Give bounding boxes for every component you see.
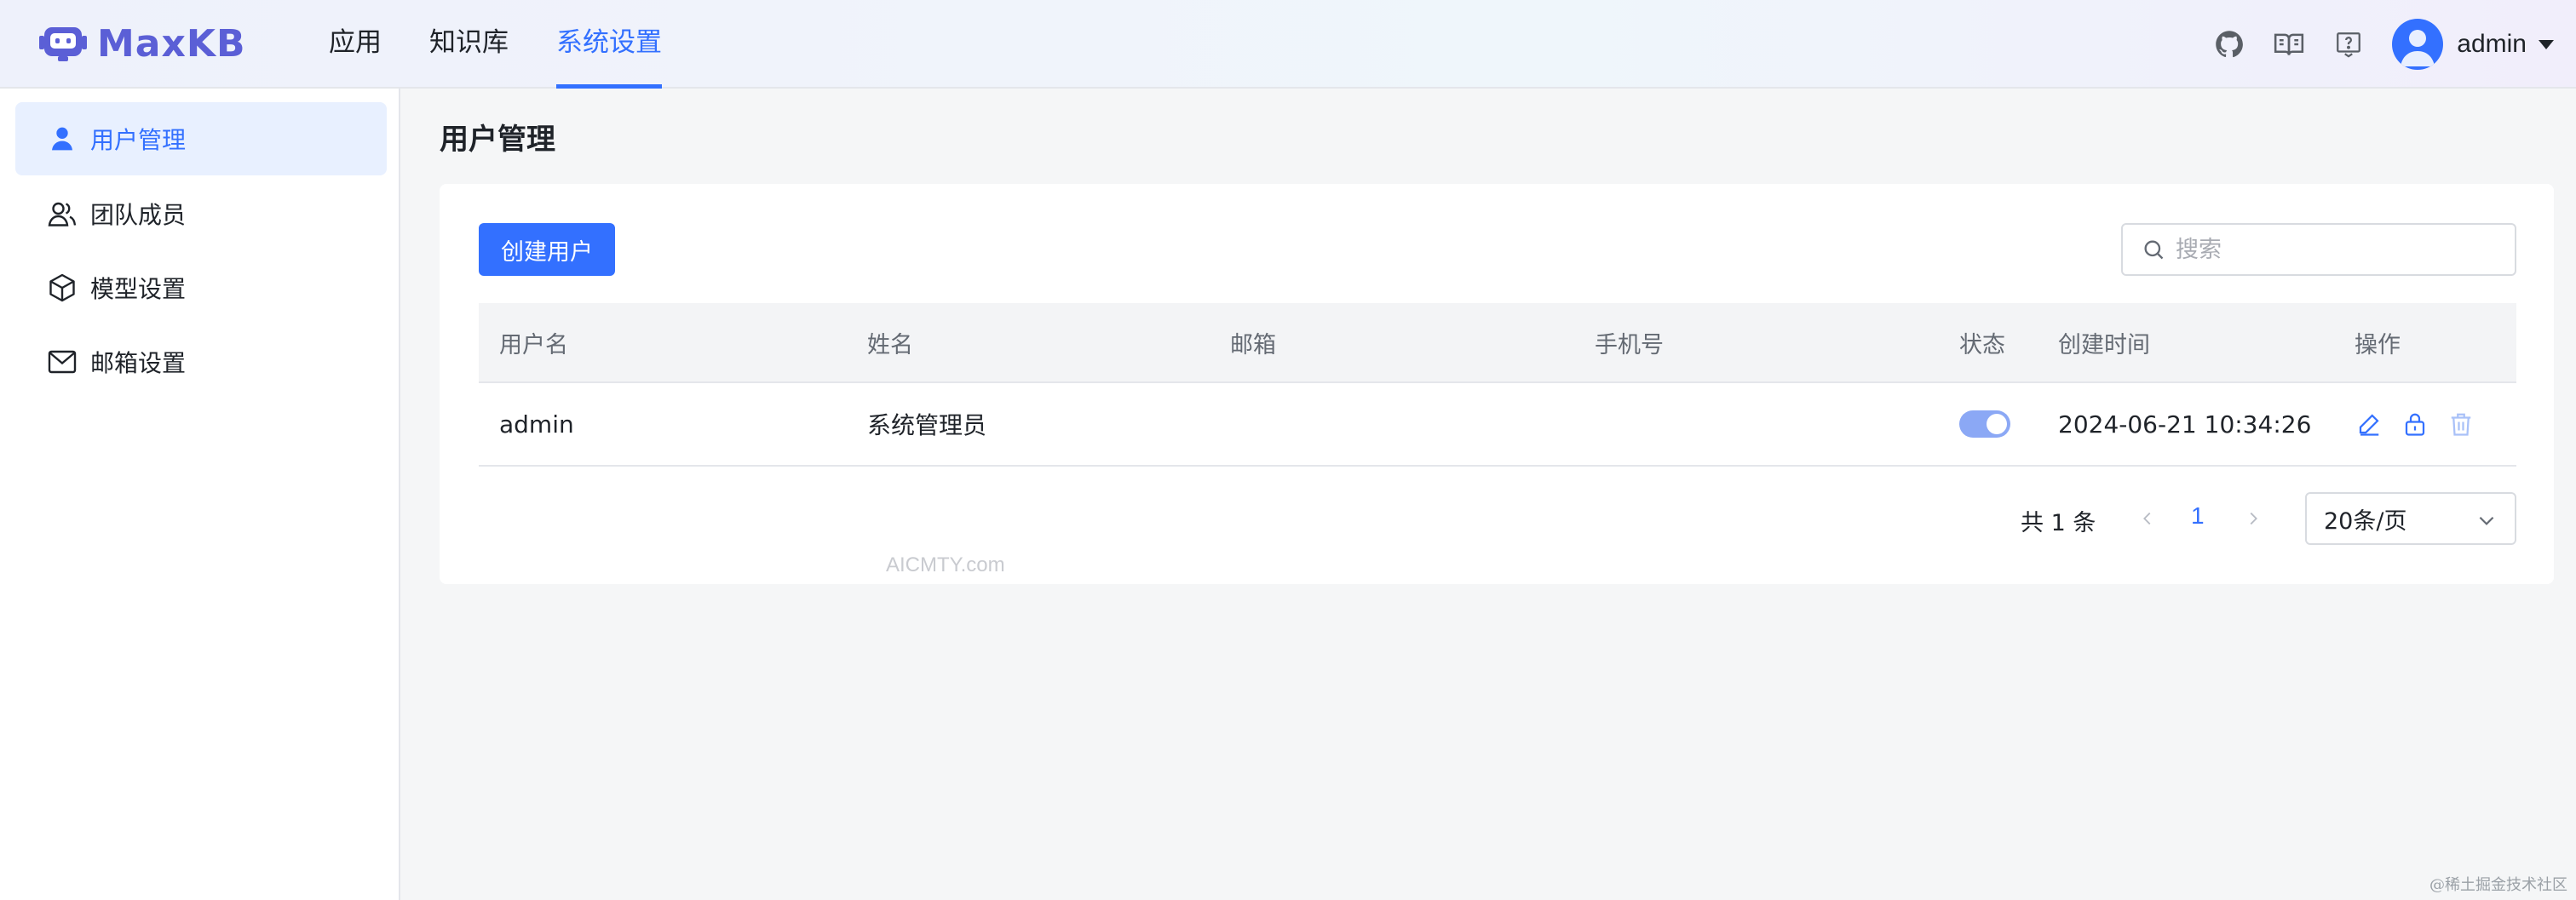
edit-icon[interactable] bbox=[2355, 410, 2383, 439]
avatar-person-icon bbox=[2401, 30, 2435, 66]
logo[interactable]: MaxKB bbox=[37, 17, 246, 70]
github-icon[interactable] bbox=[2211, 26, 2247, 62]
app-name: MaxKB bbox=[97, 21, 246, 66]
row-actions bbox=[2355, 410, 2493, 439]
cell-name: 系统管理员 bbox=[867, 411, 987, 439]
search-input[interactable] bbox=[2176, 236, 2499, 263]
sidebar-item-team-members[interactable]: 团队成员 bbox=[15, 177, 387, 250]
column-header-username: 用户名 bbox=[499, 331, 568, 358]
top-header: MaxKB 应用 知识库 系统设置 admin bbox=[0, 0, 2576, 89]
chevron-down-icon bbox=[2479, 516, 2494, 525]
watermark: AICMTY.com bbox=[886, 553, 1005, 576]
sidebar-item-mail-settings[interactable]: 邮箱设置 bbox=[15, 325, 387, 398]
page-title: 用户管理 bbox=[440, 123, 555, 157]
sidebar-item-model-settings[interactable]: 模型设置 bbox=[15, 251, 387, 324]
delete-icon[interactable] bbox=[2447, 410, 2475, 439]
header-actions: admin bbox=[2188, 0, 2576, 89]
chevron-right-icon[interactable] bbox=[2239, 504, 2268, 533]
column-header-created: 创建时间 bbox=[2058, 331, 2150, 358]
page-size-value: 20条/页 bbox=[2324, 507, 2407, 535]
pagination: 共 1 条 1 20条/页 bbox=[440, 492, 2554, 545]
nav-apps[interactable]: 应用 bbox=[329, 0, 382, 89]
page-size-select[interactable]: 20条/页 bbox=[2305, 492, 2516, 545]
sidebar-item-label: 团队成员 bbox=[90, 201, 187, 229]
table-header: 用户名 姓名 邮箱 手机号 状态 创建时间 操作 bbox=[479, 303, 2516, 383]
search-box[interactable] bbox=[2121, 223, 2516, 276]
column-header-name: 姓名 bbox=[867, 331, 913, 358]
user-table: 用户名 姓名 邮箱 手机号 状态 创建时间 操作 admin 系统管理员 202… bbox=[479, 303, 2516, 467]
team-icon bbox=[46, 198, 78, 230]
top-nav: 应用 知识库 系统设置 bbox=[329, 0, 710, 89]
user-avatar[interactable] bbox=[2392, 19, 2444, 70]
search-icon bbox=[2144, 240, 2164, 260]
user-name[interactable]: admin bbox=[2457, 30, 2527, 59]
book-icon[interactable] bbox=[2271, 26, 2307, 62]
corner-watermark: @稀土掘金技术社区 bbox=[2429, 876, 2567, 894]
nav-knowledge-base[interactable]: 知识库 bbox=[429, 0, 509, 89]
robot-logo-icon bbox=[39, 27, 87, 61]
sidebar-item-label: 用户管理 bbox=[90, 126, 187, 154]
chevron-left-icon[interactable] bbox=[2133, 504, 2162, 533]
cell-created: 2024-06-21 10:34:26 bbox=[2058, 410, 2312, 439]
user-icon bbox=[46, 123, 78, 155]
pagination-page[interactable]: 1 bbox=[2191, 502, 2205, 530]
lock-icon[interactable] bbox=[2401, 410, 2429, 439]
status-toggle[interactable] bbox=[1959, 410, 2010, 438]
column-header-email: 邮箱 bbox=[1230, 331, 1276, 358]
caret-down-icon[interactable] bbox=[2539, 39, 2554, 49]
cube-icon bbox=[46, 272, 78, 304]
user-list-card: 创建用户 用户名 姓名 邮箱 手机号 状态 创建时间 操作 admin 系统管理… bbox=[440, 184, 2554, 584]
pagination-total: 共 1 条 bbox=[2021, 510, 2096, 536]
column-header-actions: 操作 bbox=[2355, 331, 2401, 358]
cell-username: admin bbox=[499, 410, 574, 439]
column-header-status: 状态 bbox=[1959, 331, 2005, 358]
sidebar: 用户管理 团队成员 模型设置 邮箱设置 bbox=[0, 89, 400, 900]
nav-system-settings[interactable]: 系统设置 bbox=[556, 0, 662, 89]
table-row: admin 系统管理员 2024-06-21 10:34:26 bbox=[479, 383, 2516, 467]
mail-icon bbox=[46, 346, 78, 378]
column-header-phone: 手机号 bbox=[1595, 331, 1664, 358]
sidebar-item-user-management[interactable]: 用户管理 bbox=[15, 102, 387, 175]
sidebar-item-label: 模型设置 bbox=[90, 275, 187, 303]
sidebar-item-label: 邮箱设置 bbox=[90, 349, 187, 377]
create-user-button[interactable]: 创建用户 bbox=[479, 223, 615, 276]
help-icon[interactable] bbox=[2331, 26, 2366, 62]
